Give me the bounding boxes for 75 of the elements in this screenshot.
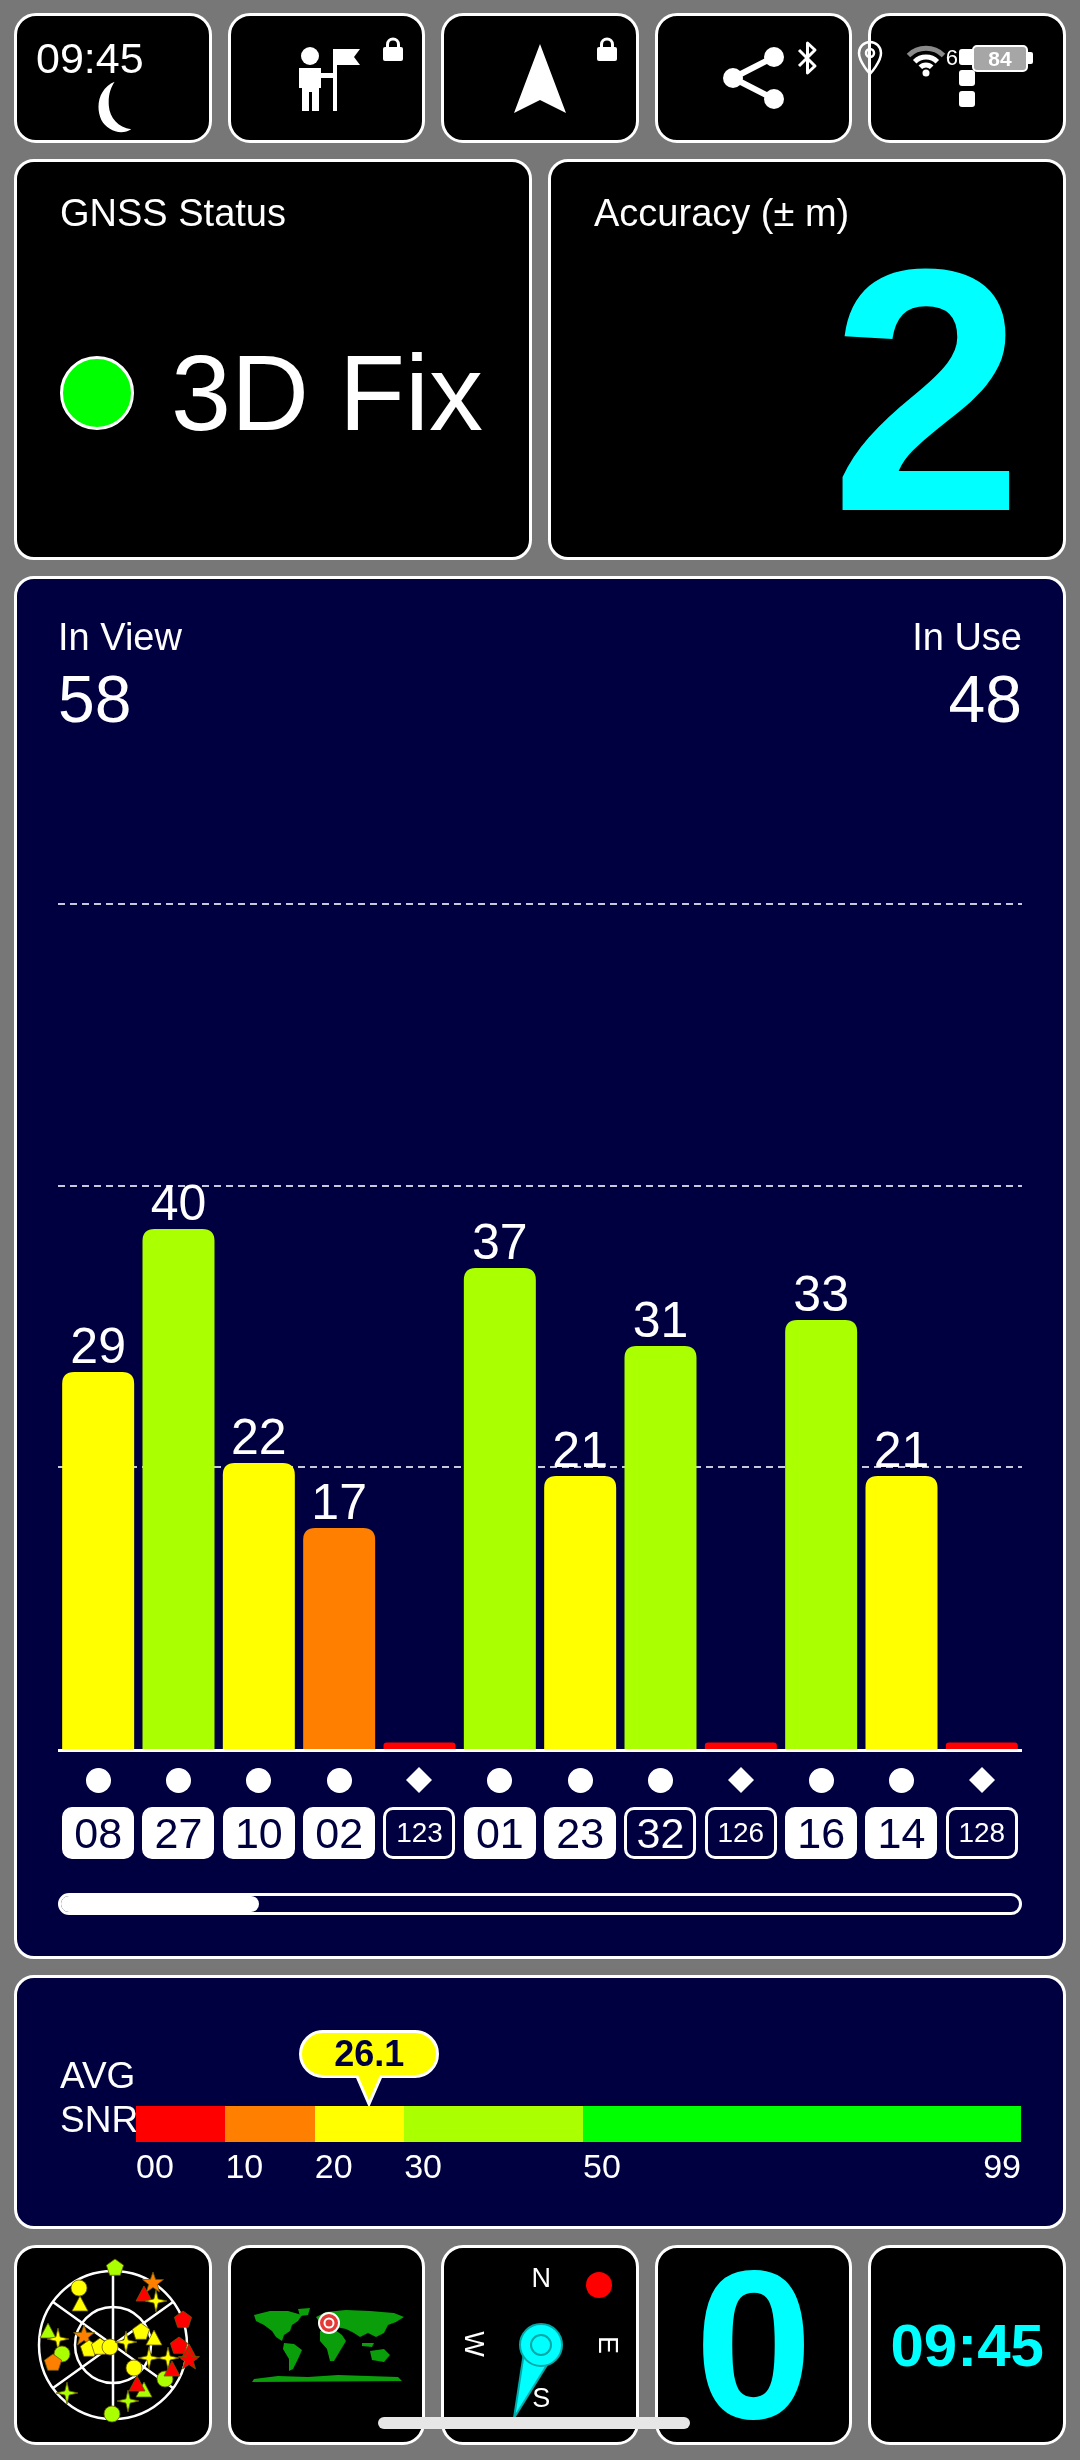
bar-value-label: 21 (873, 1422, 930, 1478)
satellite-id-badge: 08 (62, 1807, 135, 1859)
world-map-icon (251, 2308, 404, 2382)
in-view-count: 58 (58, 665, 132, 733)
satellite-id-badge: 14 (865, 1807, 938, 1859)
status-bar-time: 09:45 (36, 35, 144, 81)
circle-marker-icon (648, 1767, 673, 1793)
satellite-id-badge: 23 (544, 1807, 617, 1859)
pointer-pin-icon (511, 2322, 566, 2420)
bar-value-label: 22 (231, 1409, 287, 1465)
share-icon (722, 46, 786, 110)
tile-button[interactable] (227, 13, 426, 143)
circle-marker-icon (889, 1767, 914, 1793)
in-view-label: In View (58, 615, 182, 659)
circle-marker-icon (567, 1767, 593, 1793)
scale-tick-label: 30 (404, 2146, 442, 2186)
circle-marker-icon (246, 1767, 272, 1793)
scale-tick-label: 20 (314, 2146, 353, 2186)
tile-button[interactable]: N E S W (441, 2245, 639, 2445)
tile-button[interactable]: 0 (654, 2245, 853, 2445)
circle-marker-icon (326, 1767, 352, 1793)
tile-button[interactable] (654, 13, 853, 143)
satellite-id-badge: 02 (303, 1807, 376, 1859)
battery-indicator: 84 (972, 44, 1033, 72)
avg-snr-label: AVG SNR (60, 2054, 139, 2142)
compass-direction-label: E (593, 2336, 621, 2354)
tile-button[interactable]: 09:45 (868, 2245, 1066, 2445)
diamond-marker-icon (968, 1767, 995, 1793)
circle-marker-icon (808, 1767, 834, 1793)
diamond-marker-icon (727, 1767, 754, 1793)
in-use-label: In Use (912, 615, 1022, 659)
compass-direction-label: S (532, 2384, 551, 2412)
scrollbar-thumb[interactable] (61, 1896, 259, 1912)
scale-tick-label: 00 (136, 2146, 174, 2186)
tile-button[interactable] (227, 2245, 426, 2445)
fix-status-text: 3D Fix (171, 338, 484, 447)
location-pin-icon (855, 40, 884, 76)
dot-icon (586, 2272, 613, 2298)
bar-value-label: 17 (311, 1474, 367, 1530)
bar-value-label: 33 (793, 1266, 849, 1322)
accuracy-value: 2 (830, 236, 1023, 544)
card-title: GNSS Status (60, 191, 286, 236)
tile-button[interactable] (14, 13, 212, 143)
circle-marker-icon (166, 1767, 191, 1793)
bar-value-label: 21 (552, 1422, 608, 1478)
compass-direction-label: N (531, 2264, 551, 2292)
circle-marker-icon (487, 1767, 513, 1793)
scale-tick-label: 99 (983, 2146, 1021, 2186)
navigation-arrow-icon (514, 43, 566, 113)
in-use-count: 48 (948, 665, 1022, 733)
wifi-standard-label: 6 (945, 47, 958, 69)
satellite-id-badge: 01 (463, 1807, 536, 1859)
satellite-id-badge: 27 (142, 1807, 215, 1859)
satellite-id-badge: 10 (222, 1807, 295, 1859)
diamond-marker-icon (406, 1767, 433, 1793)
tile-button[interactable] (441, 13, 639, 143)
satellite-id-badge: 16 (785, 1807, 858, 1859)
compass-direction-label: W (459, 2331, 487, 2357)
bar-value-label: 29 (70, 1318, 126, 1374)
tile-button[interactable] (14, 2245, 212, 2445)
circle-marker-icon (85, 1767, 111, 1793)
bar-value-label: 31 (632, 1292, 689, 1348)
snr-value-tooltip: 26.1 (299, 2030, 440, 2106)
card-title: Accuracy (± m) (594, 191, 850, 236)
tile-button[interactable] (868, 13, 1066, 143)
scale-tick-label: 10 (225, 2146, 264, 2186)
target-marker-icon (317, 2312, 340, 2334)
satellite-id-badge: 128 (945, 1807, 1018, 1859)
bar-value-label: 40 (150, 1175, 207, 1231)
bar-value-label: 37 (472, 1214, 528, 1270)
satellite-id-badge: 126 (704, 1807, 777, 1859)
satellite-id-badge: 123 (383, 1807, 456, 1859)
scale-tick-label: 50 (582, 2146, 621, 2186)
three-squares-icon (959, 49, 976, 107)
satellite-id-badge: 32 (624, 1807, 697, 1859)
